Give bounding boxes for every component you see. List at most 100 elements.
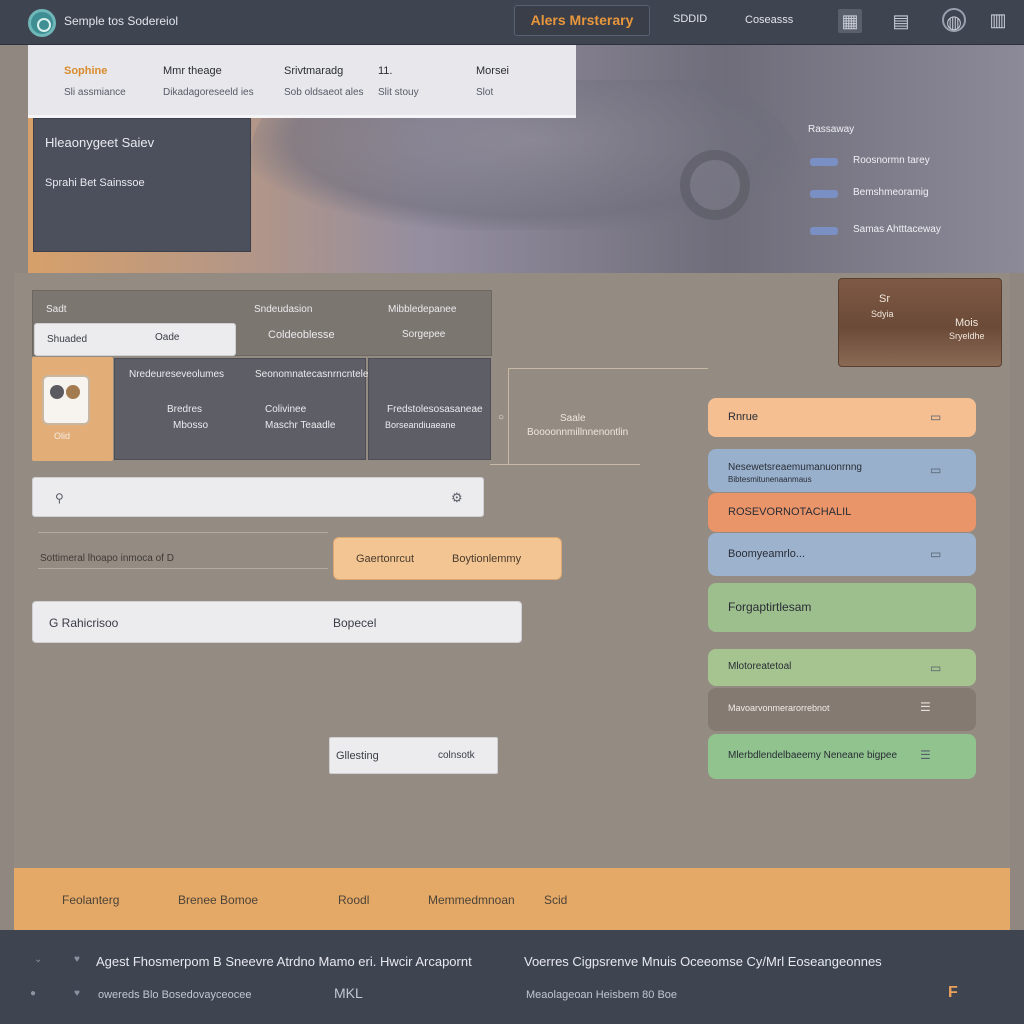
user-icon: ⚲ [55,491,64,505]
hero-list-bar [810,190,838,198]
chevron-down-icon[interactable]: ⌄ [34,954,42,965]
footer-sub-mid: MKL [334,985,363,1001]
primary-action-label: Gaertonrcut [356,553,415,565]
search-bar[interactable]: ⚲ ⚙ [32,477,484,517]
chart-icon[interactable]: ▥ [986,8,1010,32]
divider [38,532,328,533]
info-cell: Maschr Teaadle [265,420,336,431]
promo-card[interactable]: Sr Sdyia Mois Sryeldhe [838,278,1002,367]
primary-action-button[interactable]: Gaertonrcut Boytionlemmy [333,537,562,580]
option-pill-label: ROSEVORNOTACHALIL [728,506,852,518]
filter-input-value: Shuaded [47,334,88,345]
connector-line [508,368,509,464]
secondary-button[interactable]: Gllesting colnsotk [329,737,498,774]
hero-list-item[interactable]: Samas Ahtttaceway [853,224,941,235]
option-pill-label: Mavoarvonmerarorrebnot [728,703,830,713]
top-bar: Semple tos Sodereiol Alers Mrsterary SDD… [0,0,1024,45]
secondary-button-value: colnsotk [438,750,475,761]
option-pill-8[interactable]: Mlerbdlendelbaeemy Neneane bigpee ☰ [708,734,976,779]
hero-list-item[interactable]: Roosnormn tarey [853,155,930,166]
hero-tab-title: Morsei [476,65,510,77]
hero-tab-bar: Sophine Sli assmiance Mmr theage Dikadag… [28,45,576,118]
bottom-nav-item[interactable]: Scid [544,893,567,907]
hero-tab-sub: Slit stouy [378,87,419,98]
heart-icon: ♥ [74,988,80,999]
option-pill-4[interactable]: Boomyeamrlo... ▭ [708,533,976,576]
option-pill-label: Mlerbdlendelbaeemy Neneane bigpee [728,750,898,761]
details-field[interactable]: G Rahicrisoo Bopecel [32,601,522,643]
toggle-icon: ▭ [930,547,942,561]
calendar-icon[interactable]: ▤ [889,9,913,33]
divider [38,568,328,569]
option-pill-6[interactable]: Mlotoreatetoal ▭ [708,649,976,686]
footer-sub-right: Meaolageoan Heisbem 80 Boe [526,989,678,1001]
globe-icon[interactable]: ◍ [942,8,966,32]
hero-tab-title: Mmr theage [163,65,222,77]
toggle-icon: ▭ [930,410,942,424]
bottom-nav-item[interactable]: Memmedmnoan [428,893,515,907]
filter-label: Sadt [46,304,67,315]
hero-tab-1[interactable]: Sophine Sli assmiance [64,65,126,98]
filter-input-option: Oade [155,332,180,343]
option-pill-label: Nesewetsreaemumanuonrnng [728,462,862,473]
option-pill-5[interactable]: Forgaptirtlesam [708,583,976,632]
heart-icon[interactable]: ♥ [74,954,80,965]
info-cell: Borseandiuaeane [385,420,456,430]
hero-tab-5[interactable]: Morsei Slot [476,65,509,98]
hero-tab-4[interactable]: 11. Slit stouy [378,65,419,98]
option-pill-sub: Bibtesmitunenaanmaus [728,475,812,484]
hero-list-item[interactable]: Bemshmeoramig [853,187,929,198]
lens-icon [66,385,80,399]
hero-panel-link[interactable]: Sprahi Bet Sainssoe [45,177,145,189]
hero-tab-sub: Sli assmiance [64,87,126,98]
option-pill-2[interactable]: Nesewetsreaemumanuonrnng Bibtesmitunenaa… [708,449,976,492]
workspace-selector[interactable]: Alers Mrsterary [514,5,650,36]
footer-sub-left: owereds Blo Bosedovayceocee [98,989,252,1001]
hero-tab-sub: Sob oldsaeot ales [284,87,364,98]
filter-input[interactable]: Shuaded Oade [34,323,236,356]
hero-tab-3[interactable]: Srivtmaradg Sob oldsaeot ales [284,65,364,98]
bottom-nav-item[interactable]: Feolanterg [62,893,119,907]
lens-icon [50,385,64,399]
option-pill-label: Boomyeamrlo... [728,548,806,560]
circle-icon: ● [30,988,37,999]
connector-label: Saale [560,413,586,424]
footer-text-right: Voerres Cigpsrenve Mnuis Oceeomse Cy/Mrl… [524,954,882,969]
hero-panel-title: Hleaonygeet Saiev [45,135,155,150]
car-wheel-image [680,150,750,220]
footer-text-left: Agest Fhosmerpom B Sneevre Atrdno Mamo e… [96,954,472,969]
search-description: Sottimeral lhoapo inmoca of D [40,553,174,564]
bottom-nav-item[interactable]: Brenee Bomoe [178,893,258,907]
info-cell: Mbosso [173,420,209,431]
option-pill-3[interactable]: ROSEVORNOTACHALIL [708,493,976,532]
nav-link-2[interactable]: Coseasss [745,14,793,26]
info-cell: Colivinee [265,404,307,415]
column-value: Coldeoblesse [268,329,335,341]
hero-tab-sub: Dikadagoreseeld ies [163,87,254,98]
info-cell: Bredres [167,404,203,415]
hero-tab-2[interactable]: Mmr theage Dikadagoreseeld ies [163,65,254,98]
option-pill-7[interactable]: Mavoarvonmerarorrebnot ☰ [708,688,976,731]
footer: ⌄ ♥ Agest Fhosmerpom B Sneevre Atrdno Ma… [0,930,1024,1024]
app-logo[interactable] [28,9,56,37]
connector-marker: ○ [498,412,505,423]
column-header: Mibbledepanee [388,304,457,315]
corner-logo[interactable]: F [948,984,958,1002]
app-title: Semple tos Sodereiol [64,14,179,28]
toggle-icon: ▭ [930,463,942,477]
product-thumbnail-frame[interactable]: Olid [32,357,113,461]
nav-link-1[interactable]: SDDID [673,13,707,25]
hero-tab-sub: Slot [476,87,494,98]
hero-info-panel: Hleaonygeet Saiev Sprahi Bet Sainssoe [33,118,251,252]
primary-action-label-secondary: Boytionlemmy [452,553,522,565]
connector-label: Boooonnmillnnenontlin [527,427,629,438]
settings-icon[interactable]: ⚙ [451,490,463,506]
list-icon: ☰ [920,700,931,714]
connector-line [490,464,640,465]
info-head: Nredeureseveolumes [129,369,225,380]
option-pill-1[interactable]: Rnrue ▭ [708,398,976,437]
grid-icon[interactable]: ▦ [838,9,862,33]
bottom-nav-item[interactable]: Roodl [338,893,369,907]
list-icon: ☰ [920,748,931,762]
hero-list-bar [810,227,838,235]
